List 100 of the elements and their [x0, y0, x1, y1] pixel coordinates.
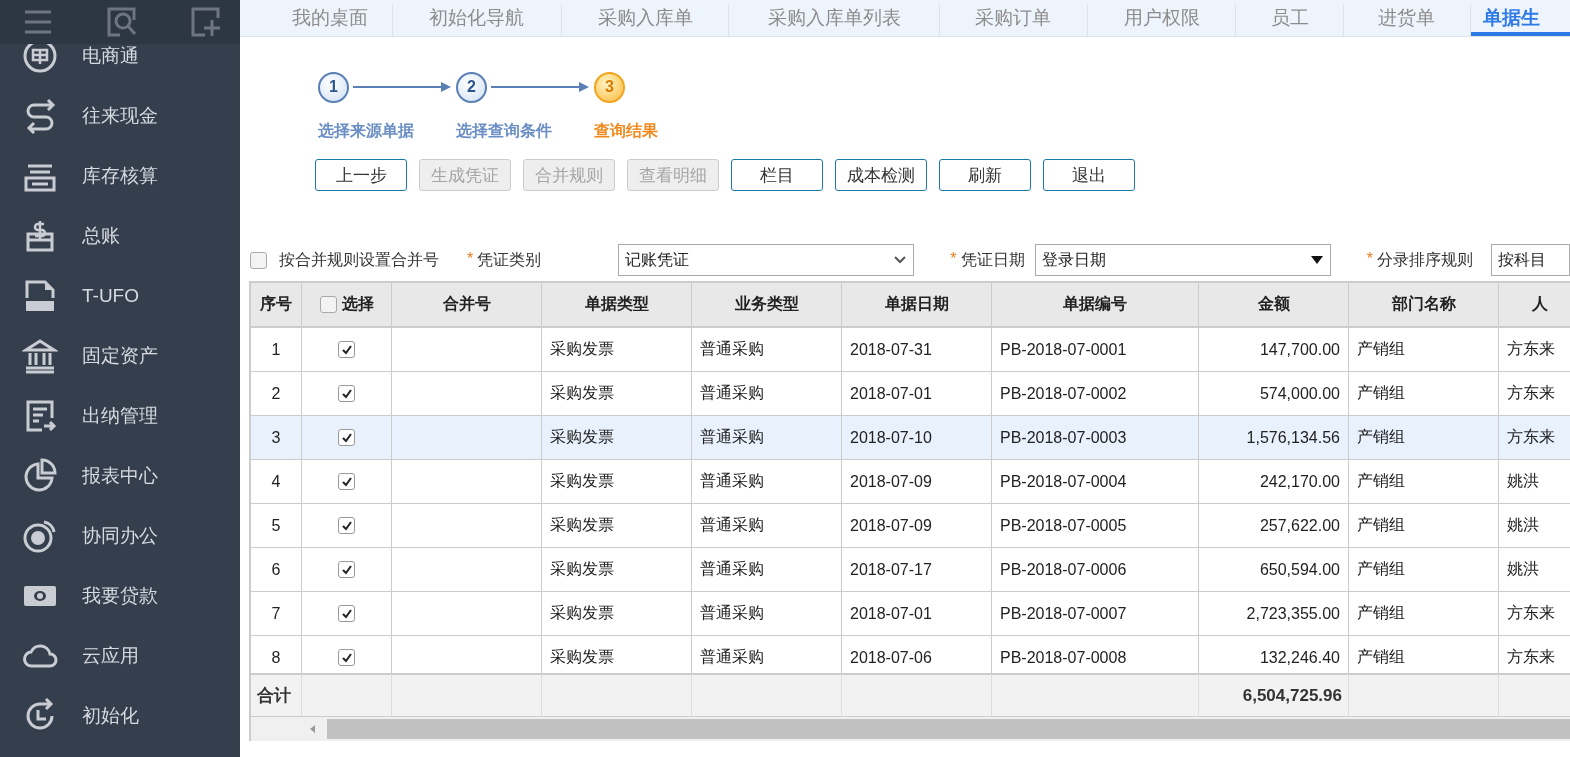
row-checkbox[interactable] [338, 473, 355, 490]
row-checkbox[interactable] [338, 561, 355, 578]
step-label: 选择来源单据 [318, 121, 415, 141]
table-cell: 4 [251, 460, 302, 504]
table-cell: 产销组 [1349, 504, 1499, 548]
table-cell: 7 [251, 592, 302, 636]
column-header: 合并号 [392, 283, 542, 328]
table-cell: PB-2018-07-0004 [992, 460, 1199, 504]
table-cell: 242,170.00 [1199, 460, 1349, 504]
total-label: 合计 [251, 673, 302, 717]
column-header: 单据类型 [542, 283, 692, 328]
dropdown[interactable]: 按科目 [1490, 244, 1570, 276]
table-cell: 2018-07-01 [842, 592, 992, 636]
column-header: 单据日期 [842, 283, 992, 328]
table-cell: 采购发票 [542, 328, 692, 372]
field-label: 凭证类别 [477, 249, 542, 270]
toolbar-button[interactable]: 刷新 [939, 159, 1031, 191]
toolbar-button[interactable]: 成本检测 [835, 159, 927, 191]
table-cell: 1,576,134.56 [1199, 416, 1349, 460]
dropdown[interactable]: 记账凭证 [618, 244, 915, 276]
table-cell: 采购发票 [542, 504, 692, 548]
table-cell: 574,000.00 [1199, 372, 1349, 416]
bank-icon [22, 338, 58, 374]
table-cell: 方东来 [1499, 416, 1570, 460]
sidebar-item[interactable]: 初始化 [0, 686, 240, 746]
column-header: 序号 [251, 283, 302, 328]
row-checkbox[interactable] [338, 605, 355, 622]
sidebar-item[interactable]: 我要贷款 [0, 566, 240, 626]
table-cell: 普通采购 [692, 372, 842, 416]
toolbar-button[interactable]: 退出 [1043, 159, 1135, 191]
step-number: 1 [318, 71, 349, 103]
table-cell: 采购发票 [542, 372, 692, 416]
tab[interactable]: 单据生 [1470, 4, 1570, 36]
table-cell: 2018-07-17 [842, 548, 992, 592]
sidebar-item[interactable]: 往来现金 [0, 86, 240, 146]
table-cell: 产销组 [1349, 548, 1499, 592]
toolbar-button[interactable]: 栏目 [731, 159, 823, 191]
column-header: 业务类型 [692, 283, 842, 328]
table-cell: 普通采购 [692, 328, 842, 372]
table-cell: 产销组 [1349, 460, 1499, 504]
sidebar-item[interactable]: 协同办公 [0, 506, 240, 566]
table-cell: 2,723,355.00 [1199, 592, 1349, 636]
table-cell: 257,622.00 [1199, 504, 1349, 548]
checkbox[interactable] [250, 251, 267, 269]
table-cell: 产销组 [1349, 328, 1499, 372]
table-cell: PB-2018-07-0005 [992, 504, 1199, 548]
table-cell: PB-2018-07-0003 [992, 416, 1199, 460]
add-window-icon[interactable] [190, 6, 222, 38]
column-header: 金额 [1199, 283, 1349, 328]
step-label: 选择查询条件 [456, 121, 553, 141]
table-cell: PB-2018-07-0001 [992, 328, 1199, 372]
sidebar-item[interactable]: 固定资产 [0, 326, 240, 386]
table-cell: 普通采购 [692, 416, 842, 460]
row-checkbox[interactable] [338, 385, 355, 402]
table-cell: 产销组 [1349, 592, 1499, 636]
step-label: 查询结果 [594, 121, 659, 141]
table-cell: 3 [251, 416, 302, 460]
table-cell: PB-2018-07-0007 [992, 592, 1199, 636]
table-cell: 6 [251, 548, 302, 592]
sidebar-item[interactable]: 出纳管理 [0, 386, 240, 446]
table-cell: 采购发票 [542, 416, 692, 460]
table-cell: 采购发票 [542, 548, 692, 592]
row-checkbox[interactable] [338, 517, 355, 534]
total-amount: 6,504,725.96 [1199, 673, 1349, 717]
search-icon[interactable] [106, 6, 138, 38]
field-label: 凭证日期 [960, 249, 1025, 270]
table-cell [1499, 673, 1570, 717]
chevron-icon [893, 255, 908, 265]
dropdown[interactable]: 登录日期 [1034, 244, 1331, 276]
column-header: 选择 [302, 283, 392, 328]
sidebar-item[interactable]: 总账 [0, 206, 240, 266]
row-checkbox[interactable] [338, 429, 355, 446]
sidebar-item[interactable]: T-UFO [0, 266, 240, 326]
table-cell: 2018-07-09 [842, 504, 992, 548]
arrow-icon [491, 81, 589, 93]
sidebar-item[interactable]: 库存核算 [0, 146, 240, 206]
table-cell: 普通采购 [692, 504, 842, 548]
table-cell: 采购发票 [542, 592, 692, 636]
table-cell: 普通采购 [692, 592, 842, 636]
table-cell: 2018-07-01 [842, 372, 992, 416]
column-header: 单据编号 [992, 283, 1199, 328]
row-checkbox[interactable] [338, 649, 355, 666]
table-cell: PB-2018-07-0006 [992, 548, 1199, 592]
table-cell: 普通采购 [692, 548, 842, 592]
triangle-icon [1309, 255, 1324, 265]
column-header: 人 [1499, 283, 1570, 328]
sidebar-item[interactable]: 云应用 [0, 626, 240, 686]
target-icon [22, 518, 58, 554]
sidebar-item[interactable]: 报表中心 [0, 446, 240, 506]
table-cell: 2 [251, 372, 302, 416]
select-all-checkbox[interactable] [319, 296, 337, 313]
table-cell: 147,700.00 [1199, 328, 1349, 372]
toolbar-button[interactable]: 上一步 [315, 159, 407, 191]
row-checkbox[interactable] [338, 341, 355, 358]
table-cell: 650,594.00 [1199, 548, 1349, 592]
step-number: 3 [594, 71, 625, 103]
table-cell: PB-2018-07-0002 [992, 372, 1199, 416]
step-number: 2 [456, 71, 487, 103]
required-mark: * [950, 249, 957, 269]
table-cell: 2018-07-09 [842, 460, 992, 504]
